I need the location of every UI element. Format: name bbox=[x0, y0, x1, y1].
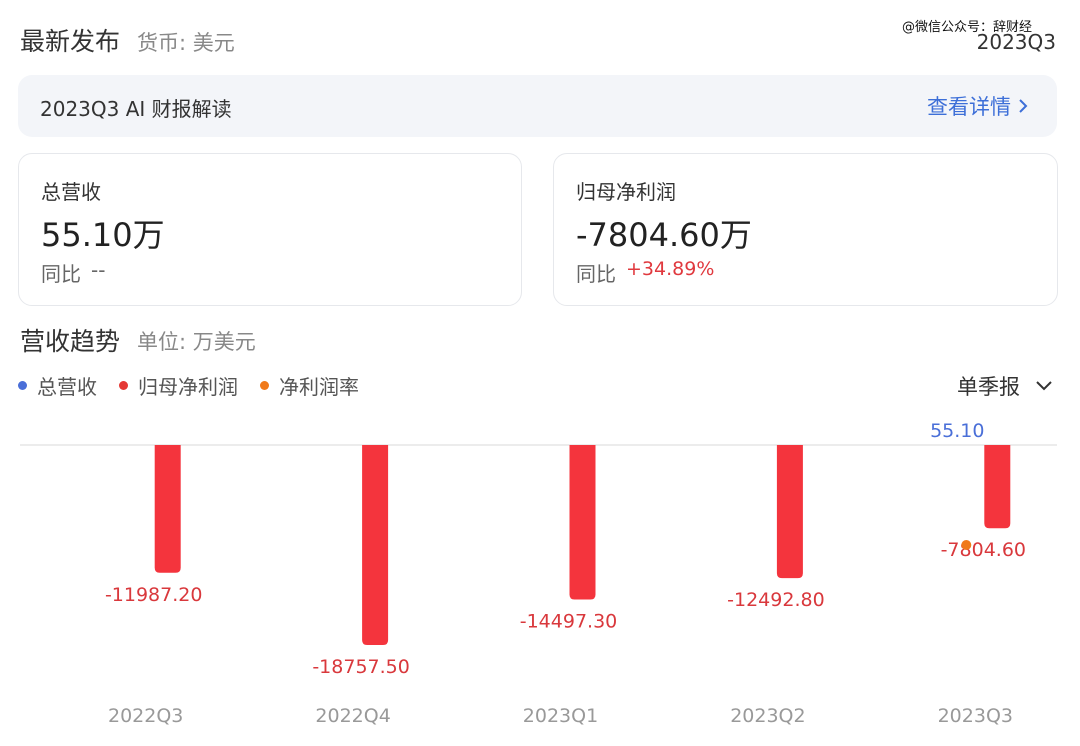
legend-label-net-profit: 归母净利润 bbox=[138, 375, 238, 399]
net-profit-bar bbox=[984, 445, 1011, 529]
net-profit-bar bbox=[776, 445, 803, 579]
currency-label: 货币: 美元 bbox=[137, 31, 235, 55]
legend-dot-net-margin bbox=[260, 381, 269, 390]
revenue-trend-chart: -11987.20 2022Q3 -18757.50 2022Q4 -14497.30 2… bbox=[20, 420, 1057, 727]
net-profit-bar bbox=[362, 445, 389, 645]
revenue-yoy-label: 同比 bbox=[41, 262, 81, 286]
ai-report-label: 2023Q3 AI 财报解读 bbox=[40, 97, 232, 121]
x-axis-tick-label: 2023Q2 bbox=[730, 705, 805, 727]
net-profit-yoy-label: 同比 bbox=[576, 262, 616, 286]
x-axis-tick-label: 2023Q1 bbox=[523, 705, 598, 727]
net-profit-data-label: -18757.50 bbox=[312, 656, 410, 678]
x-axis-tick-label: 2022Q3 bbox=[108, 705, 183, 727]
chart-legend: 总营收 归母净利润 净利润率 bbox=[18, 371, 359, 400]
period-select-label: 单季报 bbox=[957, 375, 1020, 399]
net-profit-yoy-value: +34.89% bbox=[626, 258, 715, 280]
revenue-yoy-value: -- bbox=[91, 258, 106, 282]
revenue-card[interactable]: 总营收 55.10万 同比 -- bbox=[18, 153, 522, 306]
net-profit-data-label: -14497.30 bbox=[520, 611, 618, 633]
net-profit-data-label: -7804.60 bbox=[941, 539, 1026, 561]
chevron-down-icon bbox=[1036, 381, 1052, 391]
period-select[interactable]: 单季报 bbox=[957, 371, 1054, 401]
net-profit-bar bbox=[569, 445, 596, 600]
trend-unit: 单位: 万美元 bbox=[137, 330, 256, 354]
net-profit-data-label: -11987.20 bbox=[105, 584, 203, 606]
net-profit-label: 归母净利润 bbox=[576, 180, 676, 204]
net-profit-card[interactable]: 归母净利润 -7804.60万 同比 +34.89% bbox=[553, 153, 1058, 306]
legend-item-net-profit[interactable]: 归母净利润 bbox=[119, 371, 238, 400]
page-title: 最新发布 bbox=[20, 27, 121, 56]
revenue-yoy: 同比 -- bbox=[41, 258, 105, 287]
net-profit-data-label: -12492.80 bbox=[727, 589, 825, 611]
x-axis-tick-label: 2022Q4 bbox=[315, 705, 390, 727]
revenue-value: 55.10万 bbox=[41, 216, 165, 254]
legend-label-net-margin: 净利润率 bbox=[279, 375, 359, 399]
legend-dot-revenue bbox=[18, 381, 27, 390]
trend-title: 营收趋势 bbox=[20, 327, 121, 356]
view-details-link[interactable]: 查看详情 bbox=[927, 91, 1031, 121]
revenue-data-label: 55.10 bbox=[930, 420, 984, 442]
legend-dot-net-profit bbox=[119, 381, 128, 390]
report-period: 2023Q3 bbox=[976, 30, 1056, 54]
net-profit-bar bbox=[154, 445, 181, 573]
legend-label-revenue: 总营收 bbox=[37, 375, 97, 399]
net-profit-yoy: 同比 +34.89% bbox=[576, 258, 714, 287]
net-margin-point bbox=[961, 540, 972, 550]
chevron-right-icon bbox=[1019, 99, 1028, 113]
ai-report-bar[interactable]: 2023Q3 AI 财报解读 查看详情 bbox=[18, 75, 1057, 137]
x-axis-tick-label: 2023Q3 bbox=[938, 705, 1013, 727]
legend-item-net-margin[interactable]: 净利润率 bbox=[260, 371, 359, 400]
revenue-label: 总营收 bbox=[41, 180, 101, 204]
view-details-label: 查看详情 bbox=[927, 95, 1011, 119]
legend-item-revenue[interactable]: 总营收 bbox=[18, 371, 97, 400]
net-profit-value: -7804.60万 bbox=[576, 216, 752, 254]
